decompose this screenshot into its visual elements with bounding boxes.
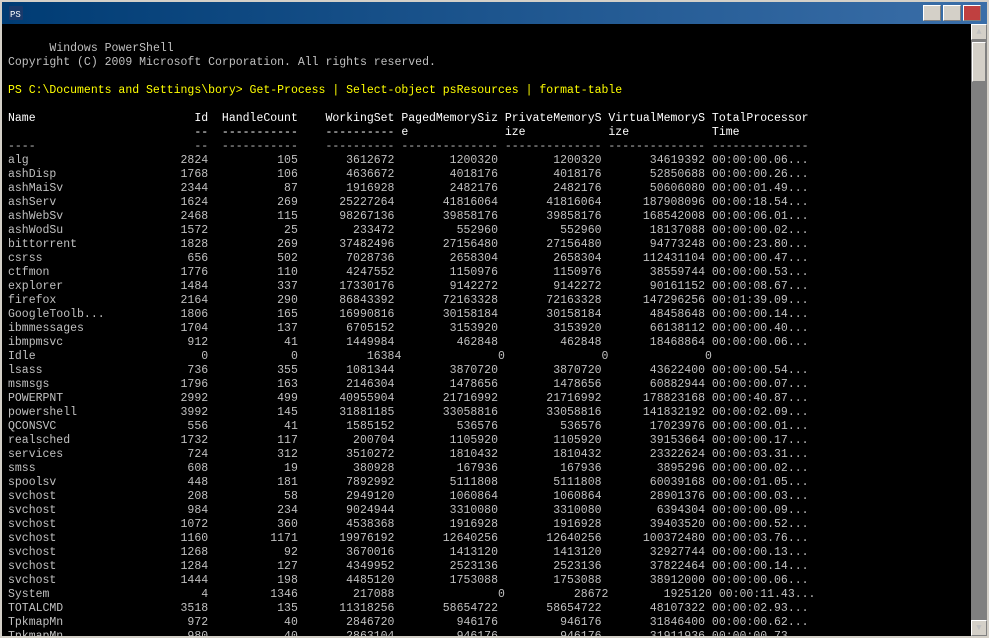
terminal-scroll-wrapper: Windows PowerShell Copyright (C) 2009 Mi… — [2, 24, 987, 636]
window-controls — [923, 5, 981, 21]
scrollbar[interactable]: ▲ ▼ — [971, 24, 987, 636]
scroll-down-button[interactable]: ▼ — [971, 620, 987, 636]
scrollbar-track[interactable] — [971, 40, 987, 620]
svg-text:PS: PS — [10, 10, 21, 20]
terminal-content[interactable]: Windows PowerShell Copyright (C) 2009 Mi… — [2, 24, 971, 636]
close-button[interactable] — [963, 5, 981, 21]
terminal: Windows PowerShell Copyright (C) 2009 Mi… — [2, 24, 987, 636]
title-bar-left: PS — [8, 5, 30, 21]
minimize-button[interactable] — [923, 5, 941, 21]
scrollbar-thumb[interactable] — [972, 42, 986, 82]
powershell-icon: PS — [8, 5, 24, 21]
maximize-button[interactable] — [943, 5, 961, 21]
title-bar: PS — [2, 2, 987, 24]
window: PS Windows PowerShell Copyright (C) 2009… — [0, 0, 989, 638]
scroll-up-button[interactable]: ▲ — [971, 24, 987, 40]
